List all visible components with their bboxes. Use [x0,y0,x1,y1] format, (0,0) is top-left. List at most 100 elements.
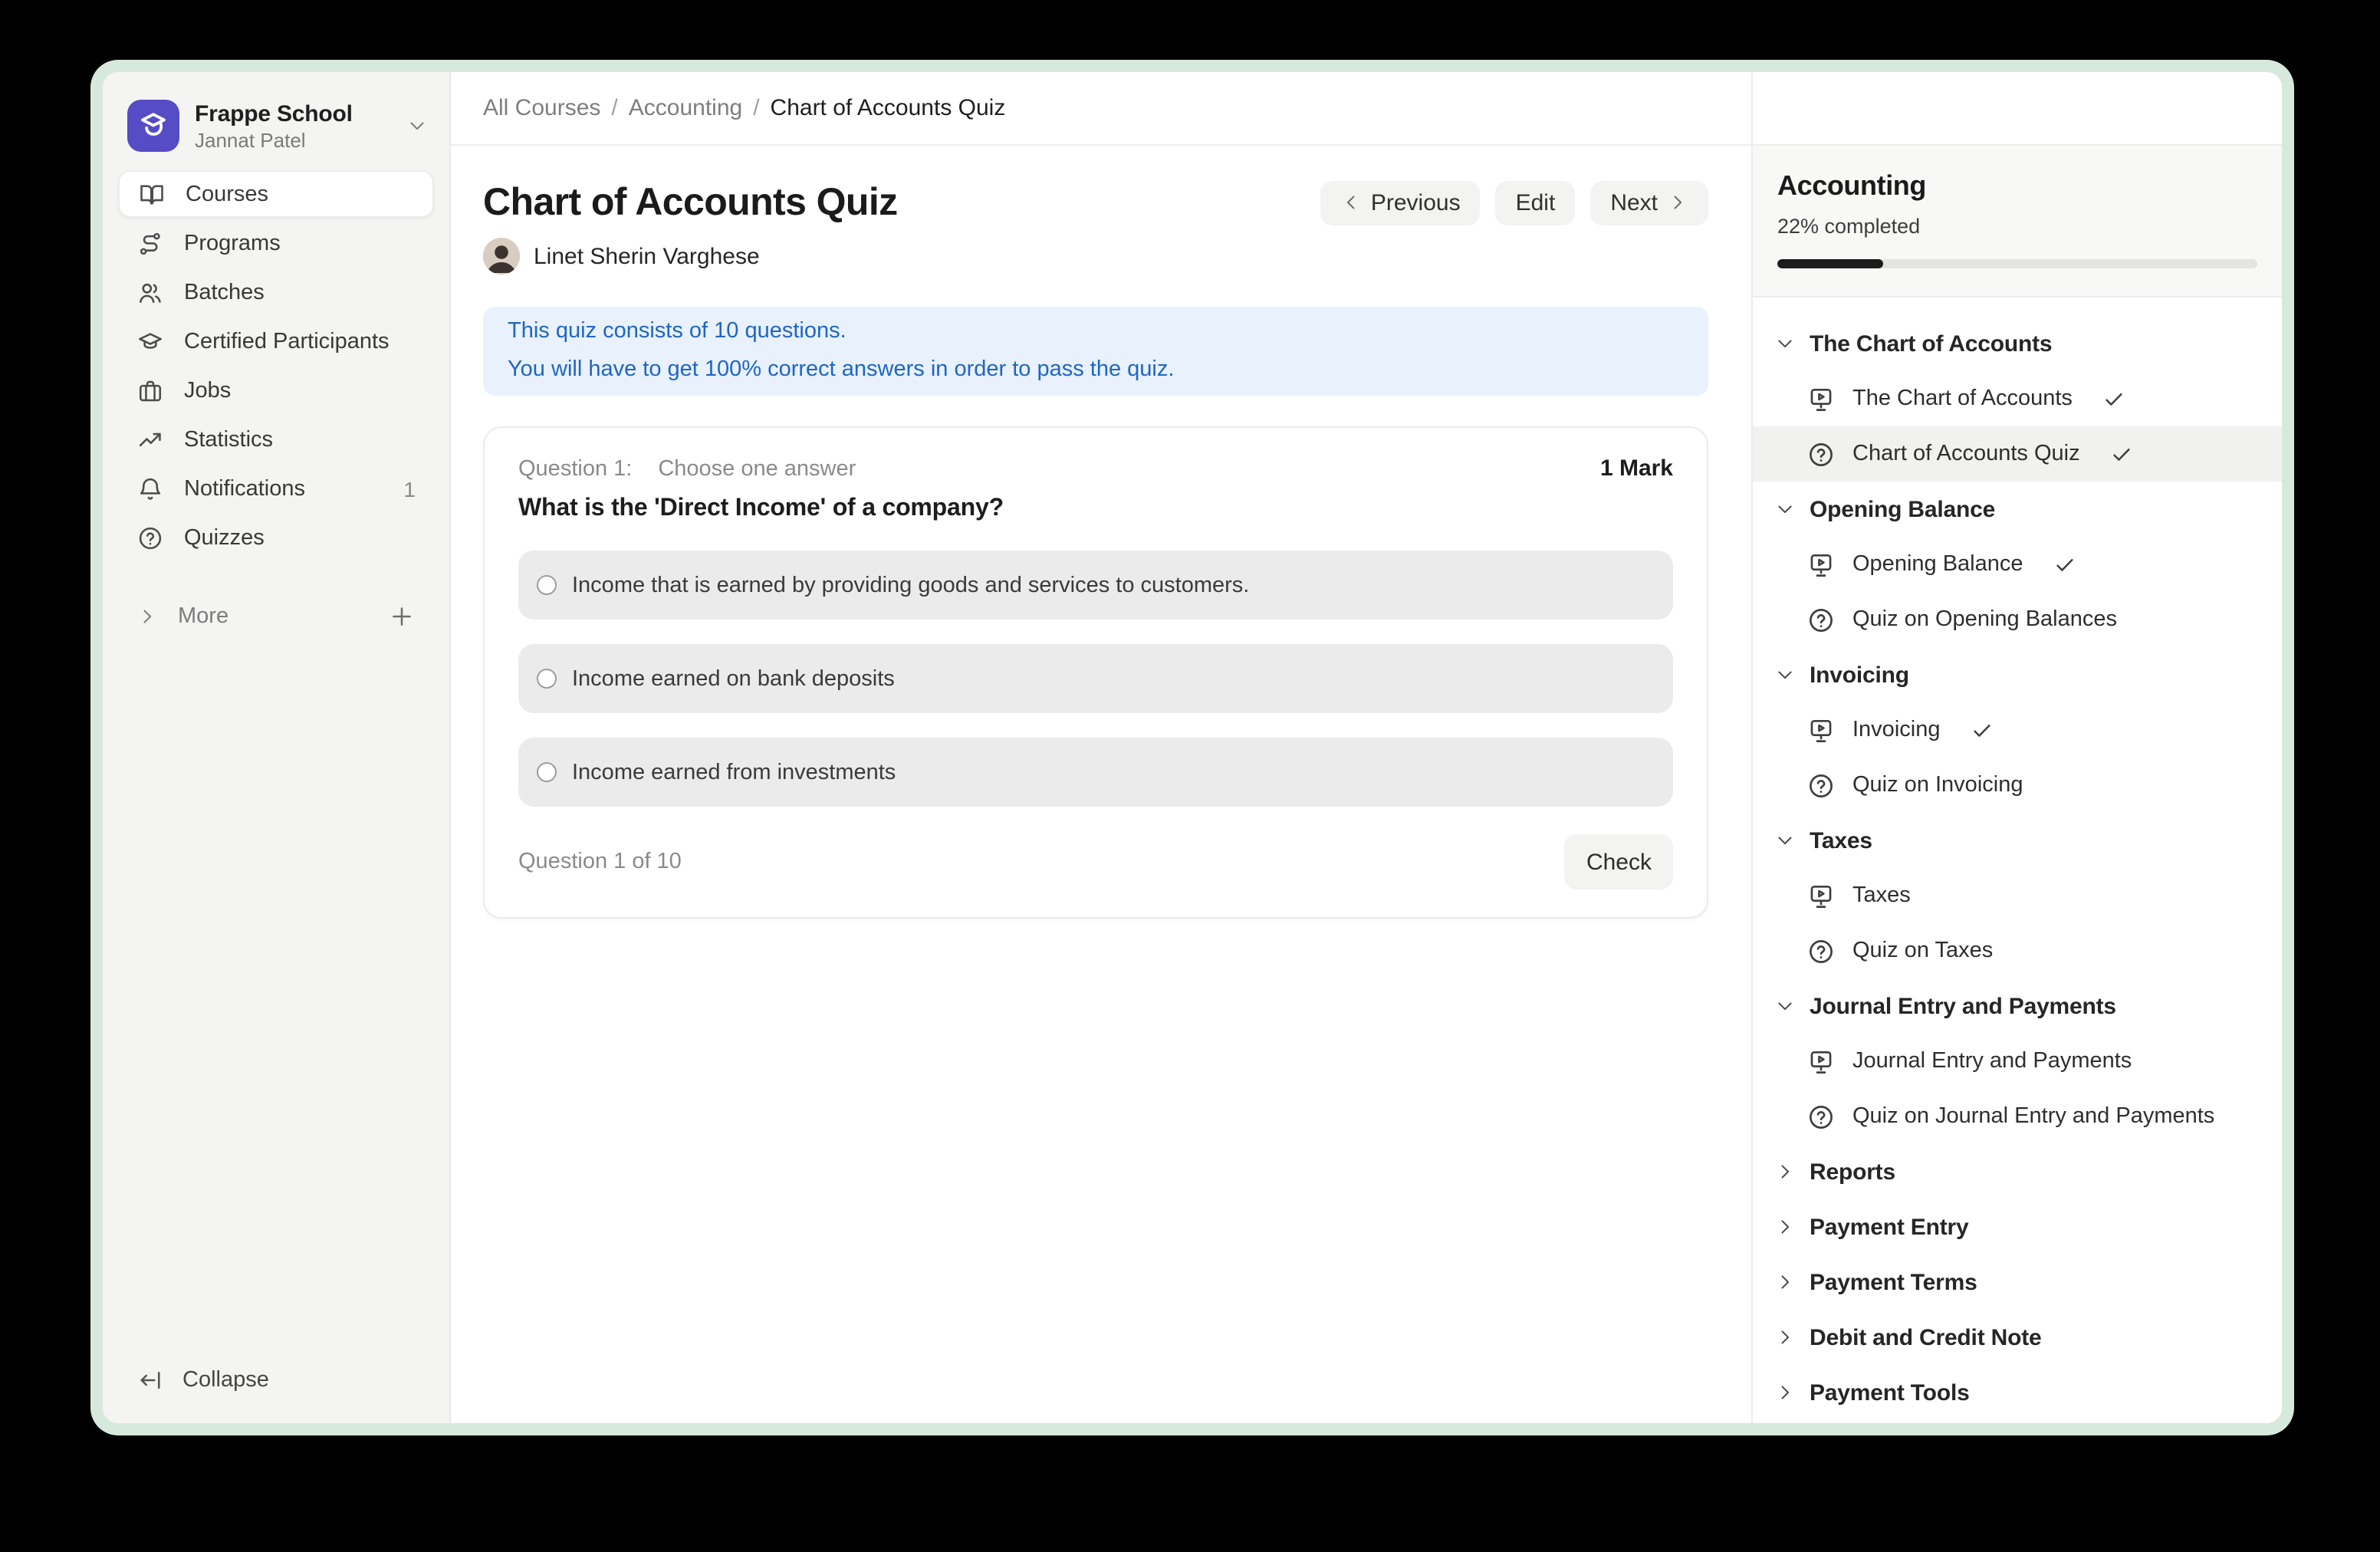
outline-item-opening-balance[interactable]: Opening Balance [1753,537,2282,592]
monitor-play-icon [1806,1047,1836,1076]
chevron-down-icon [1774,830,1796,851]
breadcrumb-accounting[interactable]: Accounting [629,95,742,121]
school-switcher[interactable]: Frappe School Jannat Patel [118,87,434,170]
next-button[interactable]: Next [1590,180,1708,225]
sidebar-item-notifications[interactable]: Notifications 1 [118,465,434,512]
sidebar-item-courses[interactable]: Courses [118,170,434,218]
chevron-down-icon [1774,664,1796,686]
outline-section-payment-terms[interactable]: Payment Terms [1753,1254,2282,1310]
outline-section-title: Reports [1810,1159,1895,1185]
author-avatar [483,238,520,275]
sidebar-item-jobs[interactable]: Jobs [118,367,434,414]
answer-option-2[interactable]: Income earned on bank deposits [518,644,1673,713]
outline-item-quiz-on-opening-balances[interactable]: Quiz on Opening Balances [1753,592,2282,647]
outline-item-quiz-on-invoicing[interactable]: Quiz on Invoicing [1753,758,2282,813]
outline-item-taxes[interactable]: Taxes [1753,868,2282,923]
help-circle-icon [1806,936,1836,965]
school-user: Jannat Patel [195,128,353,151]
page-title: Chart of Accounts Quiz [483,179,898,225]
progress-bar-fill [1777,259,1883,268]
progress-bar [1777,259,2257,268]
help-circle-icon [1806,771,1836,800]
briefcase-icon [136,376,164,404]
sidebar-item-quizzes[interactable]: Quizzes [118,514,434,561]
course-progress-header: Accounting 22% completed [1753,146,2282,298]
sidebar-item-certified-participants[interactable]: Certified Participants [118,317,434,365]
outline-item-quiz-on-journal-entry-and-payments[interactable]: Quiz on Journal Entry and Payments [1753,1089,2282,1144]
question-pagination: Question 1 of 10 [518,850,682,874]
answer-option-3[interactable]: Income earned from investments [518,738,1673,807]
sidebar-item-label: Notifications [184,476,305,501]
app-window: Frappe School Jannat Patel Courses Progra… [103,72,2282,1423]
outline-section-title: Payment Tools [1810,1379,1970,1406]
check-icon [1971,718,1994,741]
outline-section-invoicing[interactable]: Invoicing [1753,647,2282,702]
help-circle-icon [1806,1102,1836,1131]
sidebar-item-label: Quizzes [184,525,265,550]
radio-button[interactable] [537,575,557,595]
answer-option-label: Income earned from investments [572,760,896,784]
answer-options: Income that is earned by providing goods… [518,551,1673,807]
sidebar-item-label: Batches [184,280,265,304]
outline-item-quiz-on-taxes[interactable]: Quiz on Taxes [1753,923,2282,978]
previous-button[interactable]: Previous [1320,180,1481,225]
main-area: All Courses / Accounting / Chart of Acco… [451,72,1751,1423]
author-row: Linet Sherin Varghese [483,238,1708,275]
book-open-icon [138,180,166,208]
outline-section-title: Journal Entry and Payments [1810,993,2116,1019]
route-icon [136,229,164,257]
sidebar-item-programs[interactable]: Programs [118,219,434,267]
outline-section-payment-tools[interactable]: Payment Tools [1753,1365,2282,1420]
outline-section-reports[interactable]: Reports [1753,1144,2282,1199]
edit-button[interactable]: Edit [1496,180,1576,225]
course-outline-panel: Accounting 22% completed The Chart of Ac… [1751,72,2282,1423]
answer-option-1[interactable]: Income that is earned by providing goods… [518,551,1673,620]
school-meta: Frappe School Jannat Patel [195,100,353,151]
answer-option-label: Income that is earned by providing goods… [572,573,1249,597]
outline-section-title: Taxes [1810,827,1872,853]
outline-section-the-chart-of-accounts[interactable]: The Chart of Accounts [1753,316,2282,371]
outline-item-chart-of-accounts-quiz[interactable]: Chart of Accounts Quiz [1753,426,2282,482]
monitor-play-icon [1806,881,1836,910]
outline-section-title: Debit and Credit Note [1810,1324,2042,1350]
collapse-left-icon [136,1366,164,1394]
page-actions: Previous Edit Next [1320,180,1708,225]
outline-section-opening-balance[interactable]: Opening Balance [1753,482,2282,537]
breadcrumb-separator: / [753,95,759,121]
outline-section-debit-and-credit-note[interactable]: Debit and Credit Note [1753,1310,2282,1365]
check-icon [2103,387,2126,410]
question-instruction: Choose one answer [658,457,856,482]
outline-item-label: Quiz on Invoicing [1852,773,2023,797]
outline-item-the-chart-of-accounts[interactable]: The Chart of Accounts [1753,371,2282,426]
outline-item-label: Invoicing [1852,718,1940,742]
outline-item-label: Journal Entry and Payments [1852,1049,2132,1074]
outline-item-invoicing[interactable]: Invoicing [1753,702,2282,758]
breadcrumb-separator: / [611,95,617,121]
chevron-down-icon [1774,333,1796,354]
collapse-label: Collapse [182,1368,269,1393]
notification-count-badge: 1 [403,476,416,501]
outline-item-journal-entry-and-payments[interactable]: Journal Entry and Payments [1753,1034,2282,1089]
chevron-left-icon [1340,192,1362,213]
sidebar-item-label: Courses [186,182,268,206]
radio-button[interactable] [537,762,557,782]
collapse-sidebar-button[interactable]: Collapse [118,1356,434,1405]
school-name: Frappe School [195,100,353,127]
outline-section-taxes[interactable]: Taxes [1753,813,2282,868]
monitor-play-icon [1806,550,1836,579]
quiz-notice-banner: This quiz consists of 10 questions. You … [483,307,1708,396]
sidebar-item-statistics[interactable]: Statistics [118,416,434,463]
outline-section-payment-entry[interactable]: Payment Entry [1753,1199,2282,1254]
plus-icon[interactable] [388,602,416,630]
sidebar-item-label: Programs [184,231,281,255]
chevron-down-icon [1774,498,1796,520]
breadcrumb-all-courses[interactable]: All Courses [483,95,600,121]
outline-section-title: The Chart of Accounts [1810,330,2052,357]
radio-button[interactable] [537,669,557,689]
trending-up-icon [136,426,164,453]
check-answer-button[interactable]: Check [1565,834,1673,889]
outline-section-journal-entry-and-payments[interactable]: Journal Entry and Payments [1753,978,2282,1034]
sidebar-item-more[interactable]: More [118,592,434,640]
sidebar-item-batches[interactable]: Batches [118,268,434,316]
check-icon [2111,442,2134,465]
